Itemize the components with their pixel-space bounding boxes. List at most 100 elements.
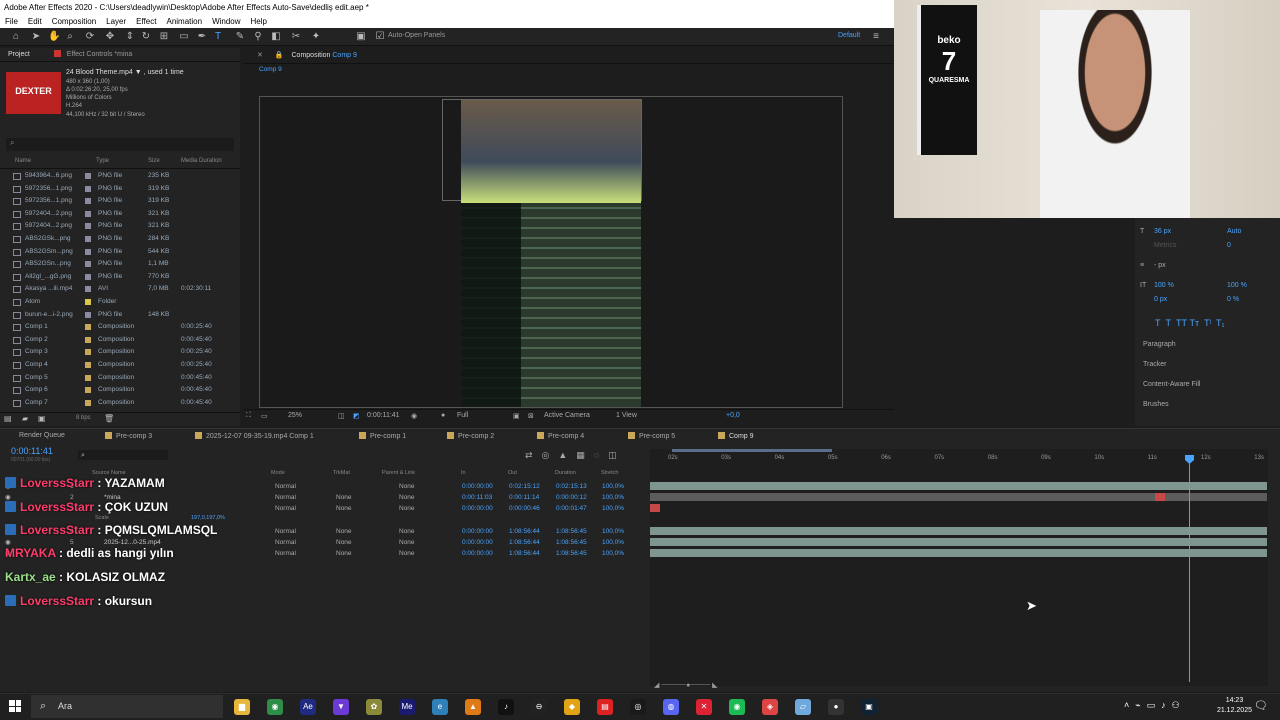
taskbar-search-input[interactable]: ⌕ Ara <box>31 695 223 718</box>
spotify-icon[interactable]: ◉ <box>729 699 745 715</box>
col-name[interactable]: Name <box>15 158 31 164</box>
roto-tool-icon[interactable]: ✂ <box>290 31 302 43</box>
layer-in[interactable]: 0:00:00:00 <box>462 526 493 537</box>
tab-composition[interactable]: Composition <box>292 52 331 59</box>
label-color-swatch[interactable] <box>85 299 91 305</box>
notification-icon[interactable]: 🗨 <box>1254 699 1268 712</box>
label-color-swatch[interactable] <box>85 223 91 230</box>
project-search-input[interactable]: ⌕ <box>6 138 234 151</box>
label-color-swatch[interactable] <box>85 374 91 381</box>
menu-help[interactable]: Help <box>246 15 272 28</box>
layer-stretch[interactable]: 100,0% <box>602 503 624 514</box>
label-color-swatch[interactable] <box>85 349 91 356</box>
layer-duration[interactable]: 1:08:56:45 <box>556 537 587 548</box>
close-icon[interactable]: ✕ <box>257 52 263 59</box>
list-item[interactable]: Comp 3 Composition 0:00:25:40 <box>0 346 236 359</box>
tab-timeline[interactable]: Pre-comp 5 <box>628 432 675 440</box>
type-tool-icon[interactable]: T <box>212 31 224 43</box>
tracking-value[interactable]: 0 <box>1227 242 1231 249</box>
label-color-swatch[interactable] <box>85 210 91 217</box>
list-item[interactable]: Comp 1 Composition 0:00:25:40 <box>0 321 236 334</box>
list-item[interactable]: Comp 6 Composition 0:00:45:40 <box>0 384 236 397</box>
after-effects-icon[interactable]: Ae <box>300 699 316 715</box>
col-mode[interactable]: Mode <box>271 470 285 476</box>
new-comp-icon[interactable]: ▣ <box>38 414 46 423</box>
maps-icon[interactable]: ◆ <box>564 699 580 715</box>
layer-stretch[interactable]: 100,0% <box>602 548 624 559</box>
timeline-search-input[interactable]: ⌕ <box>78 450 168 460</box>
col-size[interactable]: Size <box>148 158 160 164</box>
list-item[interactable]: Comp 2 Composition 0:00:45:40 <box>0 334 236 347</box>
puppet-tool-icon[interactable]: ✦ <box>310 31 322 43</box>
tiktok-icon[interactable]: ♪ <box>498 699 514 715</box>
layer-out[interactable]: 1:08:56:44 <box>509 548 540 559</box>
list-item[interactable]: 5972356...1.png PNG file 319 KB <box>0 183 236 196</box>
layer-in[interactable]: 0:00:11:03 <box>462 492 492 503</box>
dolly-tool-icon[interactable]: ⇕ <box>124 31 136 43</box>
tab-timeline[interactable]: Pre-comp 4 <box>537 432 584 440</box>
workspace-menu-icon[interactable]: ≡ <box>870 31 882 43</box>
trkmat-select[interactable]: None <box>336 492 352 503</box>
layer-bar-short[interactable] <box>650 504 660 512</box>
layer-bar[interactable] <box>650 527 1267 535</box>
layer-in[interactable]: 0:00:00:00 <box>462 537 493 548</box>
app-icon[interactable]: ◈ <box>762 699 778 715</box>
tab-composition-name[interactable]: Comp 9 <box>332 52 357 59</box>
eraser-tool-icon[interactable]: ◧ <box>270 31 282 43</box>
tab-timeline[interactable]: Pre-comp 2 <box>447 432 494 440</box>
list-item[interactable]: burun-e...i-2.png PNG file 148 KB <box>0 309 236 322</box>
panel-tracker[interactable]: Tracker <box>1143 361 1166 368</box>
mask-tool-icon[interactable]: ▭ <box>178 31 190 43</box>
label-color-swatch[interactable] <box>85 273 91 280</box>
taskbar-clock[interactable]: 14:23 21.12.2025 <box>1217 696 1252 716</box>
layer-stretch[interactable]: 100,0% <box>602 526 624 537</box>
layer-mode-select[interactable]: Normal <box>275 548 296 559</box>
discord-icon[interactable]: ◍ <box>663 699 679 715</box>
timeline-current-time[interactable]: 0:00:11:41 <box>11 446 53 456</box>
layer-out[interactable]: 0:02:15:12 <box>509 481 540 492</box>
rotate-tool-icon[interactable]: ↻ <box>140 31 152 43</box>
panel-paragraph[interactable]: Paragraph <box>1143 341 1176 348</box>
auto-open-checkbox[interactable]: ☑ <box>374 31 386 43</box>
camera-select[interactable]: Active Camera <box>544 412 590 419</box>
tab-timeline[interactable]: 2025-12-07 09-35-19.mp4 Comp 1 <box>195 432 314 440</box>
parent-select[interactable]: None <box>399 548 415 559</box>
layer-mode-select[interactable]: Normal <box>275 526 296 537</box>
col-duration[interactable]: Media Duration <box>181 158 222 164</box>
label-color-swatch[interactable] <box>85 387 91 394</box>
tab-project[interactable]: Project <box>8 51 30 58</box>
asset-name[interactable]: 24 Blood Theme.mp4 ▼ , used 1 time <box>66 69 184 76</box>
label-color-swatch[interactable] <box>85 236 91 242</box>
list-item[interactable]: 5972356...1.png PNG file 319 KB <box>0 195 236 208</box>
parent-select[interactable]: None <box>399 526 415 537</box>
work-area-bar[interactable] <box>672 449 832 452</box>
view-layout-select[interactable]: 1 View <box>616 412 637 419</box>
layer-duration[interactable]: 0:02:15:13 <box>556 481 587 492</box>
menu-layer[interactable]: Layer <box>101 15 131 28</box>
layer-in[interactable]: 0:00:00:00 <box>462 481 493 492</box>
layer-bar[interactable] <box>650 538 1267 546</box>
zoom-level[interactable]: 25% <box>288 412 302 419</box>
parent-select[interactable]: None <box>399 503 415 514</box>
col-duration[interactable]: Duration <box>555 470 576 476</box>
vlc-icon[interactable]: ▲ <box>465 699 481 715</box>
layer-out[interactable]: 1:08:56:44 <box>509 537 540 548</box>
trkmat-select[interactable]: None <box>336 503 352 514</box>
interpret-icon[interactable]: ▤ <box>4 414 12 423</box>
list-item[interactable]: Akasya ...ili.mp4 AVI 7,0 MB 0:02:30:11 <box>0 283 236 296</box>
tab-timeline[interactable]: Comp 9 <box>718 432 754 440</box>
zoom-tool-icon[interactable]: ⌕ <box>64 31 76 43</box>
trash-icon[interactable]: 🗑 <box>104 414 114 423</box>
notes-icon[interactable]: ▱ <box>795 699 811 715</box>
list-item[interactable]: 5943964...6.png PNG file 235 KB <box>0 170 236 183</box>
layer-stretch[interactable]: 100,0% <box>602 481 624 492</box>
proton-vpn-icon[interactable]: ▼ <box>333 699 349 715</box>
col-parent[interactable]: Parent & Link <box>382 470 415 476</box>
list-item[interactable]: Comp 4 Composition 0:00:25:40 <box>0 359 236 372</box>
menu-file[interactable]: File <box>0 15 23 28</box>
col-stretch[interactable]: Stretch <box>601 470 618 476</box>
orbit-tool-icon[interactable]: ⟳ <box>84 31 96 43</box>
label-color-swatch[interactable] <box>85 198 91 205</box>
list-item[interactable]: 5972404...2.png PNG file 321 KB <box>0 208 236 221</box>
color-icon[interactable]: ● <box>441 412 445 419</box>
